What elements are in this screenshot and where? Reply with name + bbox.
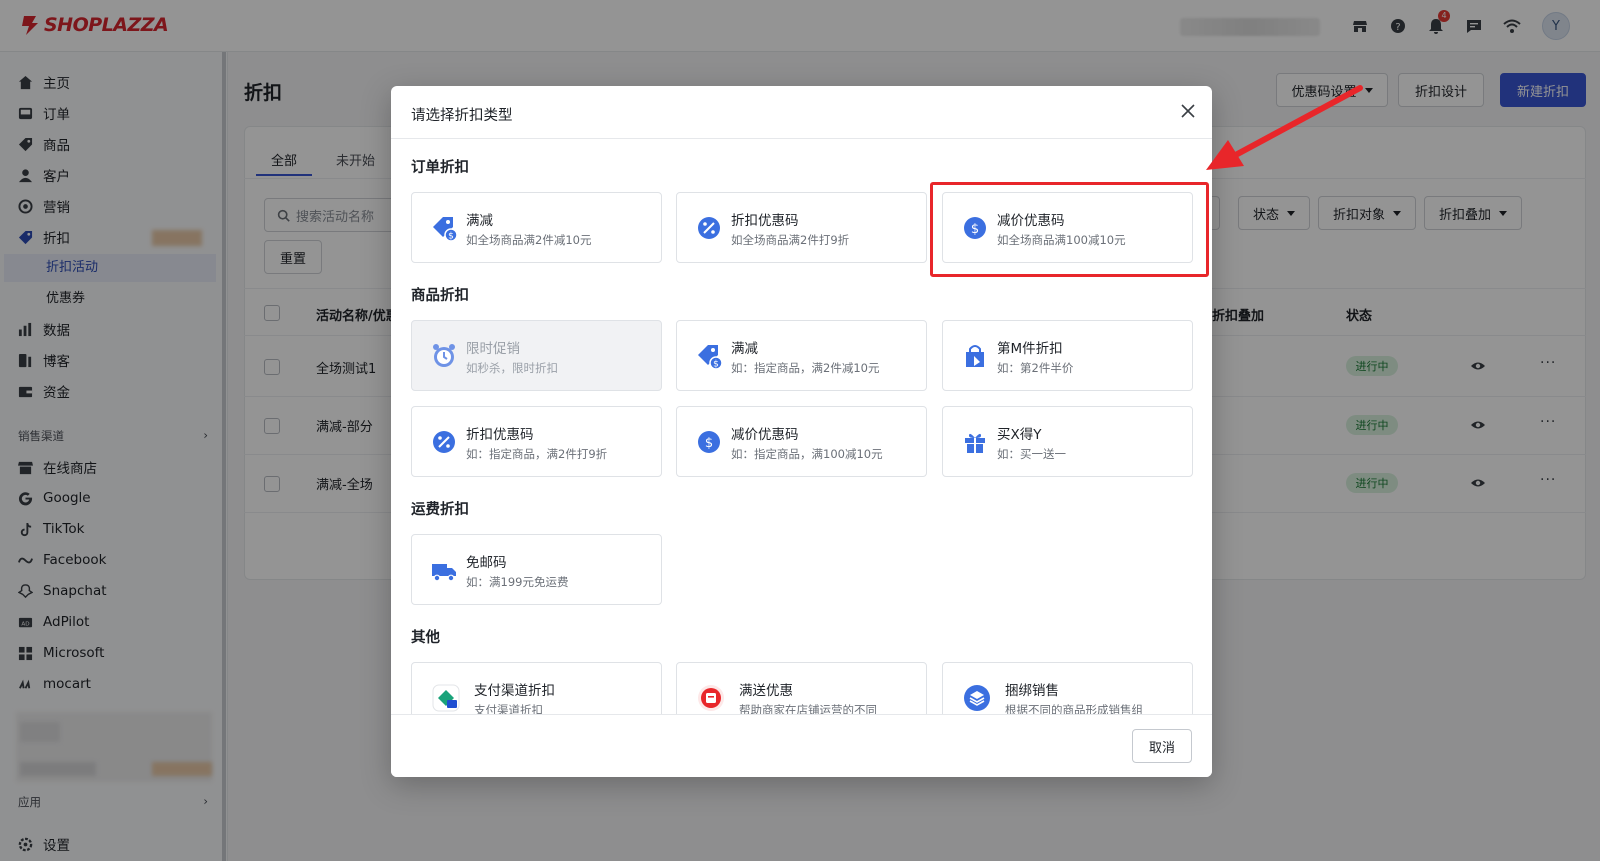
option-title: 免邮码 [466,555,507,571]
highlight-box-annotation [930,182,1209,277]
price-tag-dollar-icon: $ [433,217,458,242]
option-title: 折扣优惠码 [466,427,534,443]
gift-icon [965,433,985,453]
option-free-shipping-code[interactable]: 免邮码 如：满199元免运费 [411,534,662,605]
dollar-badge-icon: $ [698,431,720,453]
option-description: 如：指定商品，满2件减10元 [731,361,880,375]
modal-footer: 取消 [391,714,1212,777]
truck-icon [432,564,456,582]
option-title: 满送优惠 [739,683,793,699]
option-order-percent-coupon[interactable]: 折扣优惠码 如全场商品满2件打9折 [676,192,927,263]
option-title: 买X得Y [997,427,1042,443]
option-title: 支付渠道折扣 [474,683,555,699]
option-title: 限时促销 [466,341,520,357]
shopping-bag-icon [966,345,984,367]
option-title: 捆绑销售 [1005,683,1059,699]
option-gift-promotion[interactable]: 满送优惠 帮助商家在店铺运营的不同 [676,662,927,714]
option-title: 折扣优惠码 [731,213,799,229]
percent-badge-icon [433,431,455,453]
option-order-full-reduction[interactable]: $ 满减 如全场商品满2件减10元 [411,192,662,263]
alarm-clock-icon [433,344,455,367]
price-tag-dollar-icon: $ [698,345,723,370]
option-bundle-sale[interactable]: 捆绑销售 根据不同的商品形成销售组 [942,662,1193,714]
option-title: 第M件折扣 [997,341,1063,357]
option-description: 帮助商家在店铺运营的不同 [739,703,877,714]
option-description: 根据不同的商品形成销售组 [1005,703,1143,714]
option-product-percent-coupon[interactable]: 折扣优惠码 如：指定商品，满2件打9折 [411,406,662,477]
option-flash-sale: 限时促销 如秒杀，限时折扣 [411,320,662,391]
option-product-amount-coupon[interactable]: $ 减价优惠码 如：指定商品，满100减10元 [676,406,927,477]
section-title-product-discount: 商品折扣 [411,288,469,304]
modal-title: 请选择折扣类型 [411,108,513,124]
option-description: 如：指定商品，满2件打9折 [466,447,608,461]
option-title: 满减 [731,341,758,357]
svg-text:$: $ [713,360,719,370]
cancel-button[interactable]: 取消 [1132,729,1192,763]
option-payment-channel-discount[interactable]: 支付渠道折扣 支付渠道折扣 [411,662,662,714]
percent-badge-icon [698,217,720,239]
red-coupon-icon [698,685,724,711]
svg-text:$: $ [705,436,713,451]
option-description: 如：指定商品，满100减10元 [731,447,883,461]
section-title-order-discount: 订单折扣 [411,160,469,176]
option-description: 如：第2件半价 [997,361,1074,375]
option-description: 如：满199元免运费 [466,575,569,589]
modal-header: 请选择折扣类型 [391,86,1212,139]
close-icon[interactable] [1179,102,1197,120]
option-description: 如全场商品满2件打9折 [731,233,850,247]
option-nth-item-discount[interactable]: 第M件折扣 如：第2件半价 [942,320,1193,391]
option-description: 支付渠道折扣 [474,703,543,714]
red-arrow-annotation [1206,85,1363,170]
option-description: 如：买一送一 [997,447,1066,461]
option-description: 如秒杀，限时折扣 [466,361,558,375]
option-product-full-reduction[interactable]: $ 满减 如：指定商品，满2件减10元 [676,320,927,391]
payment-channel-icon [432,684,460,712]
option-buy-x-get-y[interactable]: 买X得Y 如：买一送一 [942,406,1193,477]
layers-icon [964,685,990,711]
svg-text:$: $ [448,232,454,242]
section-title-other: 其他 [411,630,440,646]
section-title-shipping-discount: 运费折扣 [411,502,469,518]
option-title: 减价优惠码 [731,427,799,443]
option-title: 满减 [466,213,493,229]
option-description: 如全场商品满2件减10元 [466,233,592,247]
